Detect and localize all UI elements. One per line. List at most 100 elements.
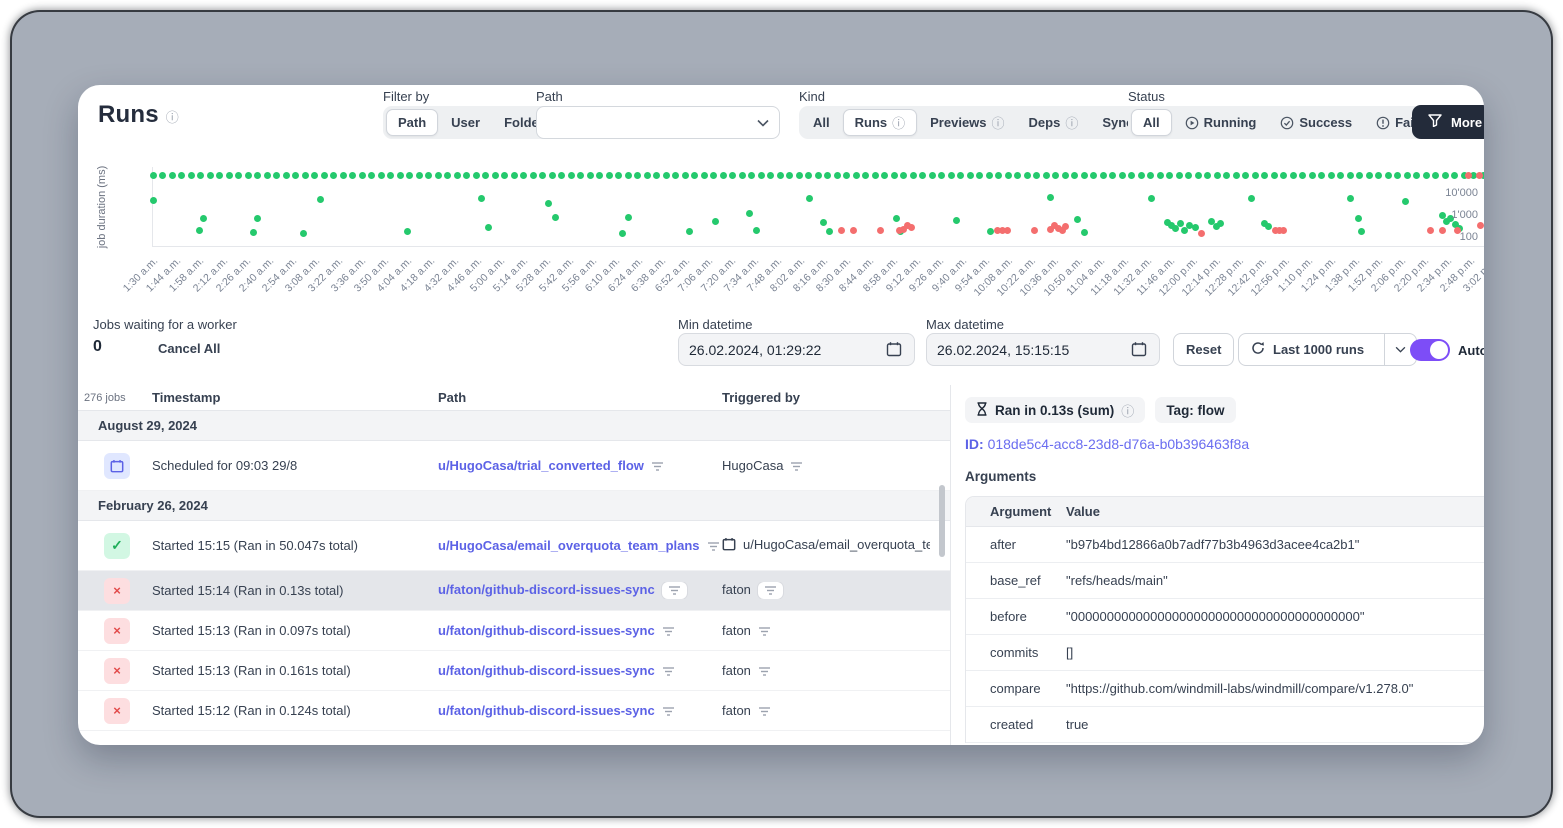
success-dot [1100, 172, 1107, 179]
job-path-link[interactable]: u/faton/github-discord-issues-sync [438, 623, 655, 638]
success-dot [549, 172, 556, 179]
filter-by-option-user[interactable]: User [440, 109, 491, 136]
job-path-link[interactable]: u/HugoCasa/trial_converted_flow [438, 458, 644, 473]
max-datetime-input[interactable] [926, 333, 1160, 366]
job-path-link[interactable]: u/HugoCasa/email_overquota_team_plans [438, 538, 700, 553]
filter-icon[interactable] [758, 626, 771, 637]
success-dot [1217, 220, 1224, 227]
reset-button[interactable]: Reset [1173, 333, 1234, 366]
success-dot [820, 219, 827, 226]
kind-option-runs[interactable]: Runsⓘ [843, 109, 918, 136]
runs-info-icon: ⓘ [166, 110, 179, 125]
success-dot [404, 228, 411, 235]
success-dot [425, 172, 432, 179]
jobs-waiting-count: 0 [93, 338, 102, 356]
success-dot [1052, 172, 1059, 179]
success-dot [511, 172, 518, 179]
filter-icon[interactable] [790, 461, 803, 472]
failure-dot [877, 227, 884, 234]
filter-by-option-label: Path [398, 115, 426, 130]
last-runs-main[interactable]: Last 1000 runs [1239, 341, 1376, 358]
success-dot [1157, 172, 1164, 179]
success-dot [1074, 216, 1081, 223]
kind-option-all[interactable]: All [802, 109, 841, 136]
failure-dot [1477, 222, 1484, 229]
success-dot [1223, 172, 1230, 179]
filter-icon[interactable] [707, 541, 720, 552]
scheduled-icon [104, 453, 130, 479]
success-dot [891, 172, 898, 179]
success-dot [625, 214, 632, 221]
calendar-icon[interactable] [886, 341, 902, 362]
success-dot [273, 172, 280, 179]
filter-by-segmented: PathUserFolder [383, 106, 558, 139]
filter-icon[interactable] [662, 582, 687, 599]
job-status-cell: ✓ [78, 533, 152, 559]
run-id-value[interactable]: 018de5c4-acc8-23d8-d76a-b0b396463f8a [988, 436, 1250, 452]
job-row[interactable]: ×Started 15:13 (Ran in 0.097s total)u/fa… [78, 611, 950, 651]
filter-icon[interactable] [662, 626, 675, 637]
calendar-icon[interactable] [1131, 341, 1147, 362]
argument-name: after [966, 537, 1066, 552]
filter-icon[interactable] [662, 706, 675, 717]
success-dot [321, 172, 328, 179]
argument-row: base_ref"refs/heads/main" [966, 563, 1484, 599]
jobs-rows: August 29, 2024Scheduled for 09:03 29/8u… [78, 411, 950, 731]
job-row[interactable]: ✓Started 15:15 (Ran in 50.047s total)u/H… [78, 521, 950, 571]
job-path-link[interactable]: u/faton/github-discord-issues-sync [438, 582, 655, 597]
run-id-label: ID: [965, 436, 984, 452]
status-option-success[interactable]: Success [1269, 109, 1363, 136]
failure-dot [1004, 227, 1011, 234]
success-dot [796, 172, 803, 179]
kind-option-label: All [813, 115, 830, 130]
kind-option-deps[interactable]: Depsⓘ [1018, 109, 1090, 136]
success-dot [200, 215, 207, 222]
job-timestamp: Started 15:13 (Ran in 0.161s total) [152, 663, 438, 678]
jobs-waiting-label: Jobs waiting for a worker [93, 317, 237, 332]
job-row[interactable]: ×Started 15:13 (Ran in 0.161s total)u/fa… [78, 651, 950, 691]
column-triggered-by: Triggered by [722, 390, 930, 405]
success-dot [159, 172, 166, 179]
argument-value: "000000000000000000000000000000000000000… [1066, 609, 1484, 624]
success-dot [701, 172, 708, 179]
min-datetime-label: Min datetime [678, 317, 752, 332]
kind-option-previews[interactable]: Previewsⓘ [919, 109, 1015, 136]
filter-icon[interactable] [758, 706, 771, 717]
success-dot [1366, 172, 1373, 179]
min-datetime-input[interactable] [678, 333, 915, 366]
success-dot [1309, 172, 1316, 179]
success-dot [1177, 220, 1184, 227]
filter-icon[interactable] [758, 582, 783, 599]
status-option-all[interactable]: All [1131, 109, 1172, 136]
filter-icon[interactable] [651, 461, 664, 472]
job-row[interactable]: Scheduled for 09:03 29/8u/HugoCasa/trial… [78, 441, 950, 491]
job-row[interactable]: ×Started 15:14 (Ran in 0.13s total)u/fat… [78, 571, 950, 611]
jobs-scrollbar[interactable] [939, 485, 945, 557]
path-filter-label: Path [536, 89, 563, 104]
success-dot [853, 172, 860, 179]
job-path-link[interactable]: u/faton/github-discord-issues-sync [438, 703, 655, 718]
success-dot [482, 172, 489, 179]
filter-icon[interactable] [758, 666, 771, 677]
success-dot [416, 172, 423, 179]
failure-dot [908, 224, 915, 231]
last-runs-button[interactable]: Last 1000 runs [1238, 333, 1417, 366]
more-filters-button[interactable]: More filters [1412, 105, 1484, 139]
success-dot [663, 172, 670, 179]
job-triggered-by: u/HugoCasa/email_overquota_team_plans [743, 537, 930, 552]
success-dot [1290, 172, 1297, 179]
success-dot [444, 172, 451, 179]
job-status-cell [78, 453, 152, 479]
filter-by-option-path[interactable]: Path [386, 109, 438, 136]
success-dot [953, 217, 960, 224]
filter-icon[interactable] [662, 666, 675, 677]
job-triggered-by: faton [722, 703, 751, 718]
auto-refresh-toggle[interactable] [1410, 339, 1450, 361]
path-select[interactable] [536, 106, 780, 139]
status-option-running[interactable]: Running [1174, 109, 1268, 136]
job-row[interactable]: ×Started 15:12 (Ran in 0.124s total)u/fa… [78, 691, 950, 731]
cancel-all-button[interactable]: Cancel All [158, 341, 220, 356]
success-dot [264, 172, 271, 179]
success-dot [929, 172, 936, 179]
job-path-link[interactable]: u/faton/github-discord-issues-sync [438, 663, 655, 678]
